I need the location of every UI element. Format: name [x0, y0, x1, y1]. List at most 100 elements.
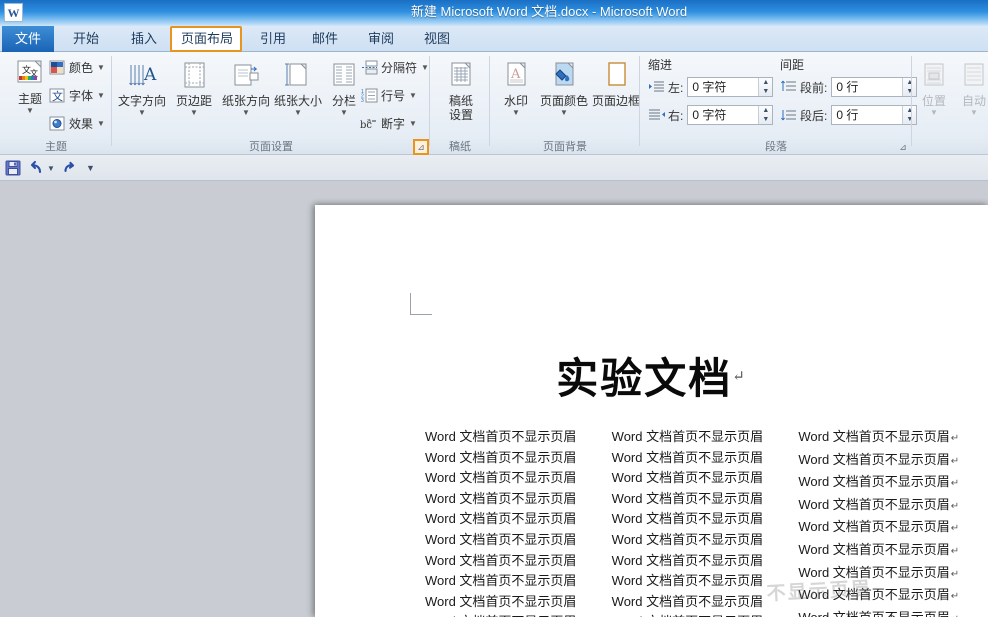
- line-numbers-icon: 1 2 3: [360, 87, 378, 104]
- indent-right-spin-arrows[interactable]: ▲▼: [758, 106, 772, 124]
- wrap-text-label: 自动: [954, 94, 988, 108]
- space-after-stepper[interactable]: 0 行 ▲▼: [831, 105, 917, 125]
- document-text-columns: Word 文档首页不显示页眉Word 文档首页不显示页眉Word 文档首页不显示…: [425, 427, 985, 617]
- undo-dropdown-icon[interactable]: ▼: [47, 159, 55, 177]
- document-text-line: Word 文档首页不显示页眉↵: [798, 608, 985, 617]
- margins-icon: [168, 58, 220, 94]
- word-window: W 新建 Microsoft Word 文档.docx - Microsoft …: [0, 0, 988, 617]
- margins-button[interactable]: 页边距 ▼: [168, 58, 220, 117]
- document-text-line: Word 文档首页不显示页眉↵: [798, 585, 985, 608]
- paragraph-group-label: 段落: [640, 138, 912, 154]
- svg-text:3: 3: [361, 98, 364, 103]
- theme-effects-button[interactable]: 效果 ▼: [48, 113, 105, 134]
- window-title: 新建 Microsoft Word 文档.docx - Microsoft Wo…: [0, 0, 988, 26]
- page-background-group-label: 页面背景: [490, 138, 640, 154]
- page-border-label: 页面边框: [590, 94, 642, 108]
- ribbon-tab-strip: 文件 开始 插入 页面布局 引用 邮件 审阅 视图: [0, 26, 988, 52]
- theme-colors-label: 颜色: [69, 59, 93, 76]
- indent-header: 缩进: [648, 56, 672, 73]
- redo-button[interactable]: [62, 159, 78, 177]
- document-text-line-content: Word 文档首页不显示页眉: [798, 587, 949, 602]
- document-page[interactable]: 实验文档↵ Word 文档首页不显示页眉Word 文档首页不显示页眉Word 文…: [315, 205, 988, 617]
- breaks-button[interactable]: 分隔符 ▼: [360, 57, 429, 78]
- document-text-line-content: Word 文档首页不显示页眉: [798, 497, 949, 512]
- document-text-line: Word 文档首页不显示页眉: [425, 530, 612, 551]
- tab-file[interactable]: 文件: [2, 26, 54, 52]
- themes-button[interactable]: 文 文 主题 ▼: [6, 56, 54, 115]
- margin-corner-marker: [410, 293, 432, 315]
- document-text-line: Word 文档首页不显示页眉: [612, 468, 799, 489]
- document-text-line: Word 文档首页不显示页眉: [425, 468, 612, 489]
- tab-home[interactable]: 开始: [60, 26, 112, 52]
- space-before-row: 段前: 0 行 ▲▼: [780, 76, 917, 98]
- document-text-line: Word 文档首页不显示页眉: [612, 592, 799, 613]
- page-border-button[interactable]: 页面边框: [590, 58, 642, 108]
- paper-size-button[interactable]: 纸张大小 ▼: [272, 58, 324, 117]
- page-color-button[interactable]: 页面颜色 ▼: [538, 58, 590, 117]
- paragraph-dialog-launcher[interactable]: ⊿: [897, 141, 909, 153]
- document-text-line: Word 文档首页不显示页眉: [612, 509, 799, 530]
- manuscript-settings-button[interactable]: 稿纸 设置: [435, 58, 487, 122]
- text-direction-button[interactable]: A 文字方向 ▼: [116, 58, 168, 117]
- theme-icon: 文 文: [6, 56, 54, 92]
- orientation-caret-icon: ▼: [220, 108, 272, 117]
- tab-review[interactable]: 审阅: [356, 26, 406, 52]
- indent-left-value[interactable]: 0 字符: [688, 78, 758, 96]
- page-color-icon: [538, 58, 590, 94]
- document-text-line: Word 文档首页不显示页眉: [425, 571, 612, 592]
- space-after-icon: [780, 107, 797, 123]
- orientation-label: 纸张方向: [220, 94, 272, 108]
- position-caret-icon: ▼: [914, 108, 954, 117]
- document-text-line: Word 文档首页不显示页眉: [425, 612, 612, 617]
- document-text-line: Word 文档首页不显示页眉: [612, 448, 799, 469]
- paper-size-label: 纸张大小: [272, 94, 324, 108]
- tab-insert[interactable]: 插入: [118, 26, 170, 52]
- space-before-stepper[interactable]: 0 行 ▲▼: [831, 77, 917, 97]
- tab-page-layout[interactable]: 页面布局: [170, 26, 242, 52]
- indent-left-row: 左: 0 字符 ▲▼: [648, 76, 773, 98]
- indent-right-icon: [648, 107, 665, 123]
- document-text-line: Word 文档首页不显示页眉: [612, 551, 799, 572]
- page-setup-dialog-launcher[interactable]: ⊿: [413, 139, 429, 155]
- theme-fonts-button[interactable]: 文 字体 ▼: [48, 85, 105, 106]
- tab-view[interactable]: 视图: [412, 26, 462, 52]
- watermark-label: 水印: [494, 94, 538, 108]
- indent-left-stepper[interactable]: 0 字符 ▲▼: [687, 77, 773, 97]
- document-workspace[interactable]: 实验文档↵ Word 文档首页不显示页眉Word 文档首页不显示页眉Word 文…: [0, 181, 988, 617]
- tab-mailings[interactable]: 邮件: [300, 26, 350, 52]
- ribbon-group-themes: 文 文 主题 ▼: [0, 52, 112, 155]
- indent-left-spin-arrows[interactable]: ▲▼: [758, 78, 772, 96]
- customize-qat-icon[interactable]: ▼: [86, 159, 95, 177]
- columns-caret-icon: ▼: [324, 108, 364, 117]
- text-column-2: Word 文档首页不显示页眉Word 文档首页不显示页眉Word 文档首页不显示…: [612, 427, 799, 617]
- document-text-line: Word 文档首页不显示页眉↵: [798, 540, 985, 563]
- line-numbers-button[interactable]: 1 2 3 行号 ▼: [360, 85, 417, 106]
- theme-fonts-label: 字体: [69, 87, 93, 104]
- line-numbers-label: 行号: [381, 87, 405, 104]
- page-color-caret-icon: ▼: [538, 108, 590, 117]
- hyphenation-button[interactable]: bc a 断字 ▼: [360, 113, 417, 134]
- page-border-icon: [590, 58, 642, 94]
- hyphenation-icon: bc a: [360, 115, 378, 132]
- text-direction-icon: A: [116, 58, 168, 94]
- theme-colors-button[interactable]: 颜色 ▼: [48, 57, 105, 78]
- undo-button[interactable]: [28, 159, 44, 177]
- paper-size-caret-icon: ▼: [272, 108, 324, 117]
- theme-effects-label: 效果: [69, 115, 93, 132]
- document-text-line-content: Word 文档首页不显示页眉: [798, 542, 949, 557]
- orientation-button[interactable]: 纸张方向 ▼: [220, 58, 272, 117]
- space-after-value[interactable]: 0 行: [832, 106, 902, 124]
- orientation-icon: [220, 58, 272, 94]
- columns-button[interactable]: 分栏 ▼: [324, 58, 364, 117]
- document-text-line-content: Word 文档首页不显示页眉: [612, 594, 763, 609]
- text-direction-label: 文字方向: [116, 94, 168, 108]
- breaks-caret-icon: ▼: [421, 63, 429, 72]
- space-before-value[interactable]: 0 行: [832, 78, 902, 96]
- indent-right-value[interactable]: 0 字符: [688, 106, 758, 124]
- indent-right-stepper[interactable]: 0 字符 ▲▼: [687, 105, 773, 125]
- watermark-button[interactable]: A 水印 ▼: [494, 58, 538, 117]
- tab-references[interactable]: 引用: [248, 26, 298, 52]
- document-text-line-content: Word 文档首页不显示页眉: [425, 553, 576, 568]
- hyphenation-caret-icon: ▼: [409, 119, 417, 128]
- save-button[interactable]: [5, 159, 21, 177]
